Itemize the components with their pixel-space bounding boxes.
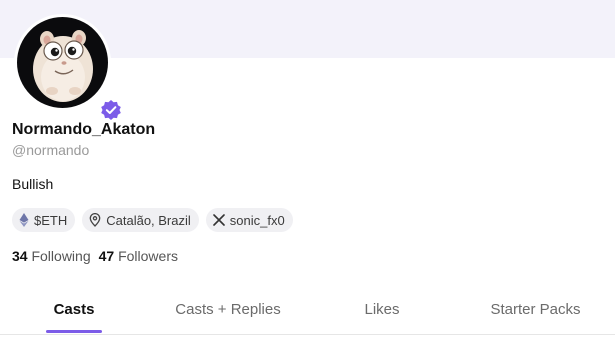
- follow-stats: 34 Following 47 Followers: [12, 248, 178, 264]
- followers-link[interactable]: 47 Followers: [99, 248, 178, 264]
- profile-tabs: Casts Casts + Replies Likes Starter Pack…: [0, 286, 615, 335]
- avatar-image: [17, 17, 108, 108]
- chip-label: $ETH: [34, 212, 68, 228]
- display-name: Normando_Akaton: [12, 121, 156, 138]
- chip-location[interactable]: Catalão, Brazil: [82, 208, 199, 232]
- following-link[interactable]: 34 Following: [12, 248, 91, 264]
- verified-badge-icon: [98, 97, 124, 123]
- tab-starter-packs[interactable]: Starter Packs: [456, 286, 615, 332]
- tab-casts-replies[interactable]: Casts + Replies: [148, 286, 308, 332]
- followers-label: Followers: [118, 248, 178, 264]
- profile-chips: $ETH Catalão, Brazil sonic_fx0: [12, 208, 293, 232]
- active-tab-indicator: [46, 330, 102, 333]
- chip-x-account[interactable]: sonic_fx0: [205, 208, 293, 232]
- ethereum-icon: [19, 213, 29, 227]
- chip-label: sonic_fx0: [229, 212, 285, 228]
- following-count: 34: [12, 248, 28, 264]
- followers-count: 47: [98, 248, 115, 264]
- x-logo-icon: [212, 214, 225, 226]
- username: @normando: [12, 142, 90, 158]
- location-pin-icon: [89, 213, 101, 227]
- chip-channel[interactable]: $ETH: [12, 208, 76, 232]
- tab-casts[interactable]: Casts: [0, 286, 148, 332]
- avatar[interactable]: [14, 14, 124, 123]
- chip-label: Catalão, Brazil: [106, 212, 191, 228]
- bio-text: Bullish: [12, 176, 54, 192]
- tab-likes[interactable]: Likes: [308, 286, 456, 332]
- following-label: Following: [31, 248, 91, 264]
